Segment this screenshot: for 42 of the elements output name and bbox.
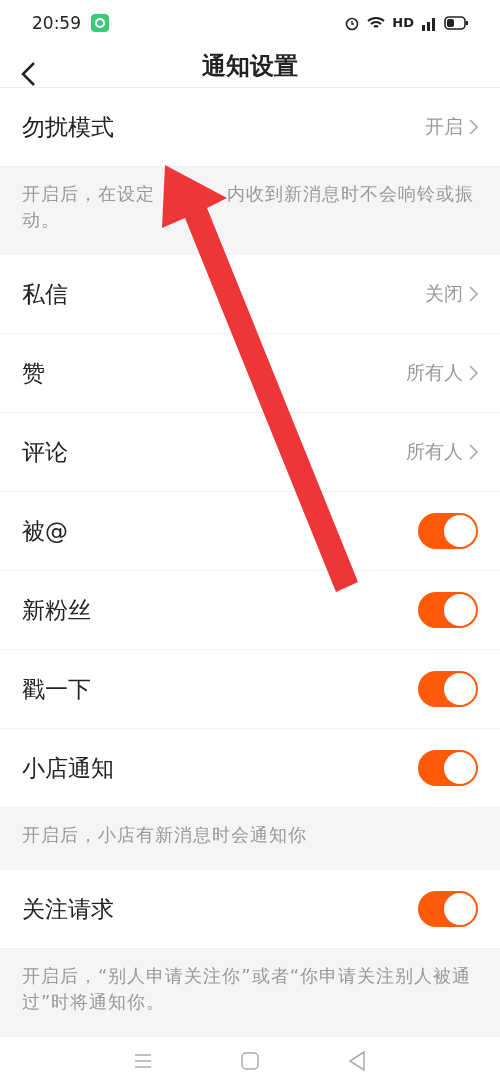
row-label: 评论: [22, 437, 68, 467]
settings-row[interactable]: 新粉丝: [0, 571, 500, 651]
settings-row[interactable]: 关注请求: [0, 870, 500, 950]
app-icon: [91, 13, 109, 32]
settings-row[interactable]: 赞 所有人: [0, 334, 500, 414]
row-label: 被@: [22, 516, 68, 546]
row-label: 戳一下: [22, 674, 91, 704]
chevron-icon: [469, 119, 478, 136]
settings-row[interactable]: 评论 所有人: [0, 413, 500, 493]
row-label: 小店通知: [22, 753, 114, 783]
hint-text: 开启后，在设定: [22, 183, 155, 205]
settings-row[interactable]: 戳一下: [0, 650, 500, 730]
toggle-switch[interactable]: [418, 592, 478, 629]
status-time: 20:59: [32, 12, 81, 33]
settings-row[interactable]: 小店通知: [0, 729, 500, 809]
toggle-switch[interactable]: [418, 891, 478, 928]
hint-text: 内收到新消息时不会响铃或振: [227, 183, 474, 205]
page-title: 通知设置: [202, 51, 298, 83]
row-label: 勿扰模式: [22, 112, 114, 142]
settings-row[interactable]: 私信 关闭: [0, 255, 500, 335]
hint-text: 动。: [22, 209, 60, 231]
chevron-icon: [469, 444, 478, 461]
network-label: HD: [392, 15, 414, 31]
hint-text: 开启后，小店有新消息时会通知你: [22, 824, 307, 846]
row-label: 新粉丝: [22, 595, 91, 625]
toggle-switch[interactable]: [418, 750, 478, 787]
back-icon[interactable]: [20, 61, 36, 88]
back-nav-icon[interactable]: [347, 1050, 366, 1071]
settings-row[interactable]: 被@: [0, 492, 500, 572]
row-label: 关注请求: [22, 894, 114, 924]
row-label: 私信: [22, 279, 68, 309]
home-icon[interactable]: [241, 1051, 259, 1070]
wifi-icon: [366, 14, 387, 31]
chevron-icon: [469, 365, 478, 382]
toggle-switch[interactable]: [418, 671, 478, 708]
chevron-icon: [469, 286, 478, 303]
toggle-switch[interactable]: [418, 513, 478, 550]
battery-icon: [444, 15, 468, 30]
row-label: 赞: [22, 358, 45, 388]
hint-text: 开启后，“别人申请关注你”或者“你申请关注别人被通过”时将通知你。: [22, 965, 471, 1013]
settings-row[interactable]: 勿扰模式 开启: [0, 88, 500, 168]
menu-icon[interactable]: [134, 1053, 153, 1068]
